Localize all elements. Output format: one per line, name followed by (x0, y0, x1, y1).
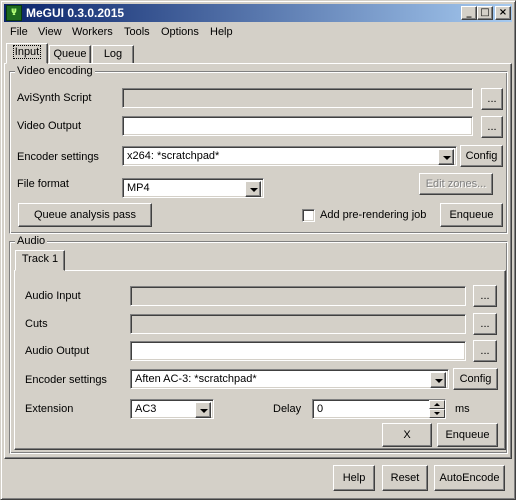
help-button[interactable]: Help (333, 465, 375, 491)
file-format-label: File format (17, 178, 69, 190)
audio-input-browse-button[interactable]: ... (473, 285, 497, 307)
file-format-select[interactable]: MP4 (122, 178, 264, 198)
audio-legend: Audio (15, 235, 48, 247)
tab-input[interactable]: Input (6, 43, 48, 64)
menu-tools[interactable]: Tools (124, 26, 150, 38)
delay-spinner[interactable] (429, 399, 445, 419)
video-enqueue-button[interactable]: Enqueue (440, 203, 503, 227)
reset-button[interactable]: Reset (382, 465, 428, 491)
maximize-button[interactable]: □ (477, 6, 493, 20)
window-title: MeGUI 0.3.0.2015 (26, 6, 125, 20)
delay-input[interactable]: 0 (312, 399, 446, 419)
delay-label: Delay (273, 403, 302, 415)
chevron-down-icon[interactable] (430, 372, 446, 388)
chevron-down-icon[interactable] (438, 149, 454, 165)
menu-bar: File View Workers Tools Options Help (4, 23, 512, 42)
tab-track-1[interactable]: Track 1 (15, 250, 65, 271)
audio-encoder-select[interactable]: Aften AC-3: *scratchpad* (130, 369, 449, 389)
avisynth-input[interactable] (122, 88, 473, 108)
input-tab-page: Video encoding AviSynth Script ... Video… (4, 63, 512, 459)
avisynth-label: AviSynth Script (17, 92, 92, 104)
video-output-input[interactable] (122, 116, 473, 136)
menu-help[interactable]: Help (210, 26, 233, 38)
cuts-label: Cuts (25, 318, 48, 330)
edit-zones-button[interactable]: Edit zones... (419, 173, 493, 195)
video-encoder-value: x264: *scratchpad* (127, 150, 220, 162)
extension-label: Extension (25, 403, 74, 415)
menu-options[interactable]: Options (161, 26, 199, 38)
extension-value: AC3 (135, 403, 157, 415)
audio-output-label: Audio Output (25, 345, 90, 357)
audio-config-button[interactable]: Config (453, 368, 498, 390)
chevron-down-icon[interactable] (195, 402, 211, 418)
cuts-field[interactable] (130, 314, 466, 334)
video-encoding-legend: Video encoding (15, 65, 95, 77)
tab-log[interactable]: Log (92, 45, 134, 64)
spin-down-icon[interactable] (429, 409, 445, 418)
audio-output-field[interactable] (130, 341, 466, 361)
queue-analysis-pass-button[interactable]: Queue analysis pass (18, 203, 152, 227)
video-encoder-label: Encoder settings (17, 151, 99, 163)
autoencode-button[interactable]: AutoEncode (434, 465, 505, 491)
menu-file[interactable]: File (10, 26, 28, 38)
avisynth-browse-button[interactable]: ... (481, 88, 503, 110)
audio-encoder-label: Encoder settings (25, 374, 107, 386)
menu-view[interactable]: View (38, 26, 62, 38)
minimize-button[interactable]: _ (461, 6, 477, 20)
audio-encoder-value: Aften AC-3: *scratchpad* (135, 373, 257, 385)
prerender-checkbox[interactable] (302, 209, 315, 222)
audio-input-label: Audio Input (25, 290, 81, 302)
app-icon: Ψ (6, 5, 22, 21)
close-button[interactable]: × (495, 6, 511, 20)
video-output-label: Video Output (17, 120, 82, 132)
cuts-browse-button[interactable]: ... (473, 313, 497, 335)
prerender-label: Add pre-rendering job (320, 209, 427, 221)
title-bar[interactable]: Ψ MeGUI 0.3.0.2015 _ □ × (4, 4, 512, 22)
chevron-down-icon[interactable] (245, 181, 261, 197)
audio-enqueue-button[interactable]: Enqueue (437, 423, 498, 447)
track-1-tab-page: Audio Input ... Cuts ... Audio Output ..… (14, 270, 506, 450)
extension-select[interactable]: AC3 (130, 399, 214, 419)
spin-up-icon[interactable] (429, 400, 445, 409)
video-config-button[interactable]: Config (460, 145, 503, 167)
file-format-value: MP4 (127, 182, 150, 194)
megui-window: Ψ MeGUI 0.3.0.2015 _ □ × File View Worke… (0, 0, 516, 500)
audio-remove-button[interactable]: X (382, 423, 432, 447)
video-encoder-select[interactable]: x264: *scratchpad* (122, 146, 457, 166)
delay-unit: ms (455, 403, 470, 415)
tab-queue[interactable]: Queue (49, 45, 91, 64)
video-output-browse-button[interactable]: ... (481, 116, 503, 138)
menu-workers[interactable]: Workers (72, 26, 113, 38)
audio-output-browse-button[interactable]: ... (473, 340, 497, 362)
audio-input-field[interactable] (130, 286, 466, 306)
